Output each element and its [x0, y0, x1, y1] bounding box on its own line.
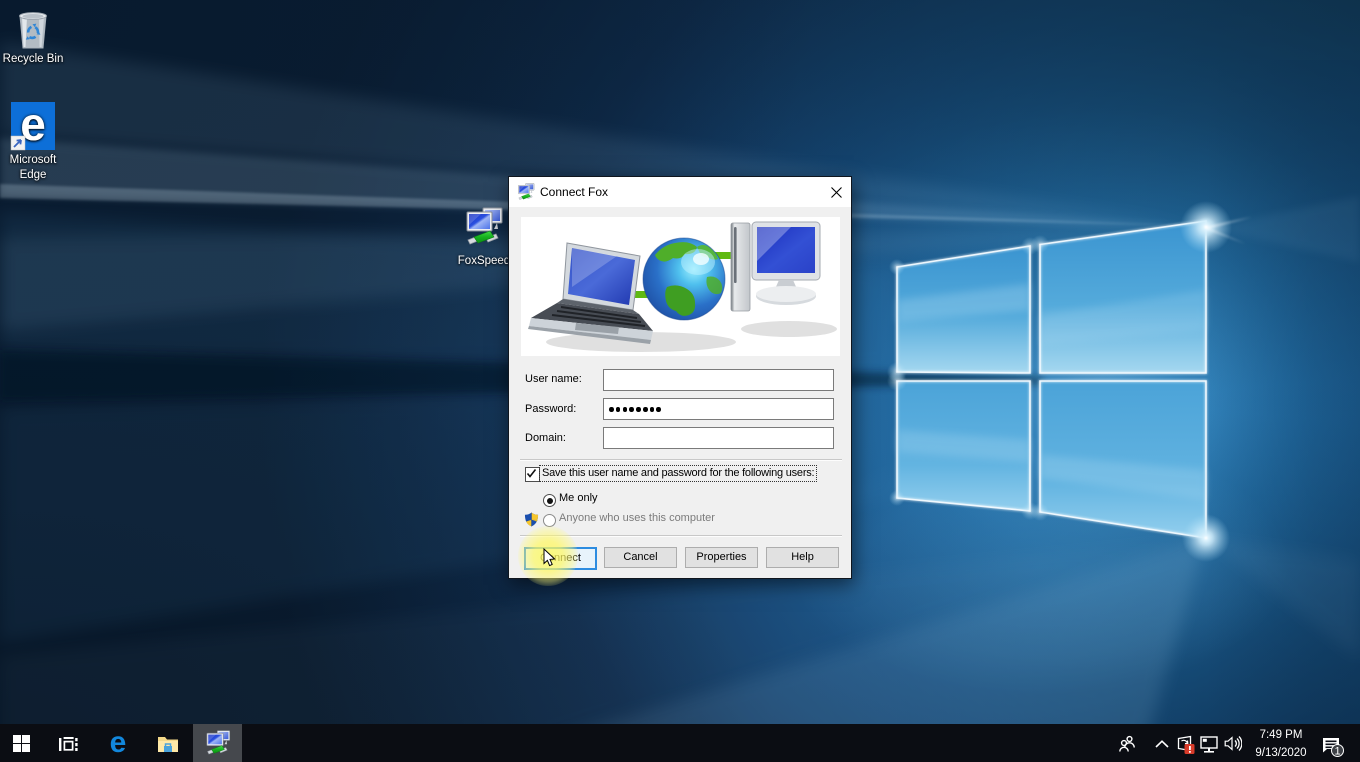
svg-text:1: 1 — [1334, 746, 1340, 758]
svg-text:e: e — [110, 726, 127, 759]
